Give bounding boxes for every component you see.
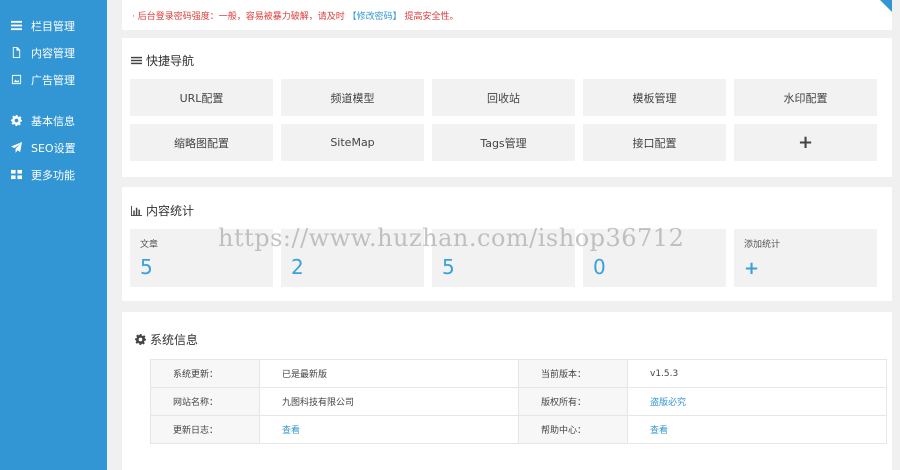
notice-suffix: 提高安全性。 <box>404 12 459 22</box>
add-stat-plus-icon: + <box>744 258 760 279</box>
sidebar-item-more-features[interactable]: 更多功能 <box>0 161 107 188</box>
url-config-button[interactable]: URL配置 <box>130 79 273 116</box>
sitemap-button[interactable]: SiteMap <box>281 124 424 161</box>
sidebar: 栏目管理 内容管理 广告管理 基本信息 SEO设置 更多功能 <box>0 0 107 470</box>
sidebar-item-label: 更多功能 <box>31 168 75 182</box>
list-icon <box>10 20 22 32</box>
table-row: 网站名称： 九图科技有限公司 版权所有： 盗版必究 <box>150 387 887 416</box>
sidebar-item-seo-settings[interactable]: SEO设置 <box>0 134 107 161</box>
notice-panel: · 后台登录密码强度：一般，容易被暴力破解，请及时 【修改密码】 提高安全性。 <box>122 0 892 30</box>
stat-card-articles[interactable]: 文章 5 <box>130 229 273 287</box>
system-info-title-text: 系统信息 <box>150 333 199 347</box>
gear-icon <box>10 115 22 127</box>
table-value: v1.5.3 <box>627 359 887 388</box>
content-stats-panel: 内容统计 文章 5 2 5 0 添加统计 + <box>122 187 892 301</box>
table-row: 系统更新： 已是最新版 当前版本： v1.5.3 <box>150 359 887 388</box>
file-icon <box>10 47 22 59</box>
main-content: · 后台登录密码强度：一般，容易被暴力破解，请及时 【修改密码】 提高安全性。 … <box>107 0 900 470</box>
add-stat-card[interactable]: 添加统计 + <box>734 229 877 287</box>
template-management-button[interactable]: 模板管理 <box>583 79 726 116</box>
sidebar-item-ad-management[interactable]: 广告管理 <box>0 66 107 93</box>
stat-card-2[interactable]: 2 <box>281 229 424 287</box>
menu-icon <box>131 56 142 65</box>
changelog-view-link[interactable]: 查看 <box>282 426 300 436</box>
sidebar-item-label: 基本信息 <box>31 114 75 128</box>
table-value: 九图科技有限公司 <box>259 387 519 416</box>
grid-icon <box>10 169 22 181</box>
corner-badge <box>880 0 892 12</box>
notice-text: · 后台登录密码强度：一般，容易被暴力破解，请及时 <box>132 12 345 22</box>
table-key: 系统更新： <box>150 359 260 388</box>
add-stat-label: 添加统计 <box>744 240 781 250</box>
stat-value: 2 <box>291 255 304 279</box>
sidebar-item-label: 广告管理 <box>31 73 75 87</box>
bar-chart-icon <box>131 205 142 216</box>
stat-value: 5 <box>442 255 455 279</box>
sidebar-item-basic-info[interactable]: 基本信息 <box>0 107 107 134</box>
system-info-panel: 系统信息 系统更新： 已是最新版 当前版本： v1.5.3 网站名称： 九图科技… <box>122 312 892 470</box>
image-icon <box>10 74 22 86</box>
quick-nav-grid: URL配置 频道模型 回收站 模板管理 水印配置 缩略图配置 SiteMap T… <box>130 79 885 161</box>
stat-label: 文章 <box>140 240 159 250</box>
system-info-table: 系统更新： 已是最新版 当前版本： v1.5.3 网站名称： 九图科技有限公司 … <box>150 359 887 444</box>
sidebar-item-label: 内容管理 <box>31 46 75 60</box>
password-notice: · 后台登录密码强度：一般，容易被暴力破解，请及时 【修改密码】 提高安全性。 <box>132 9 459 22</box>
stat-value: 0 <box>593 255 606 279</box>
table-value: 已是最新版 <box>259 359 519 388</box>
quick-nav-title: 快捷导航 <box>131 52 194 69</box>
stats-grid: 文章 5 2 5 0 添加统计 + <box>130 229 885 287</box>
add-shortcut-button[interactable]: + <box>734 124 877 161</box>
content-stats-title: 内容统计 <box>131 202 194 219</box>
recycle-bin-button[interactable]: 回收站 <box>432 79 575 116</box>
table-key: 更新日志： <box>150 415 260 444</box>
api-config-button[interactable]: 接口配置 <box>583 124 726 161</box>
sidebar-item-label: SEO设置 <box>31 141 76 155</box>
channel-model-button[interactable]: 频道模型 <box>281 79 424 116</box>
paper-plane-icon <box>10 142 22 154</box>
system-info-title: 系统信息 <box>135 331 198 348</box>
table-key: 网站名称： <box>150 387 260 416</box>
quick-nav-title-text: 快捷导航 <box>146 54 195 68</box>
stat-value: 5 <box>140 255 153 279</box>
copyright-link[interactable]: 盗版必究 <box>650 398 686 408</box>
sidebar-item-content-management[interactable]: 内容管理 <box>0 39 107 66</box>
table-value: 查看 <box>627 415 887 444</box>
watermark-config-button[interactable]: 水印配置 <box>734 79 877 116</box>
change-password-link[interactable]: 【修改密码】 <box>348 12 402 22</box>
tags-management-button[interactable]: Tags管理 <box>432 124 575 161</box>
table-value: 盗版必究 <box>627 387 887 416</box>
table-value: 查看 <box>259 415 519 444</box>
table-key: 当前版本： <box>518 359 628 388</box>
stat-card-3[interactable]: 5 <box>432 229 575 287</box>
table-key: 帮助中心： <box>518 415 628 444</box>
sidebar-item-label: 栏目管理 <box>31 19 75 33</box>
content-stats-title-text: 内容统计 <box>146 204 195 218</box>
table-row: 更新日志： 查看 帮助中心： 查看 <box>150 415 887 444</box>
table-key: 版权所有： <box>518 387 628 416</box>
help-center-view-link[interactable]: 查看 <box>650 426 668 436</box>
thumbnail-config-button[interactable]: 缩略图配置 <box>130 124 273 161</box>
gear-icon <box>135 334 146 345</box>
sidebar-item-column-management[interactable]: 栏目管理 <box>0 12 107 39</box>
stat-card-4[interactable]: 0 <box>583 229 726 287</box>
quick-nav-panel: 快捷导航 URL配置 频道模型 回收站 模板管理 水印配置 缩略图配置 Site… <box>122 38 892 177</box>
